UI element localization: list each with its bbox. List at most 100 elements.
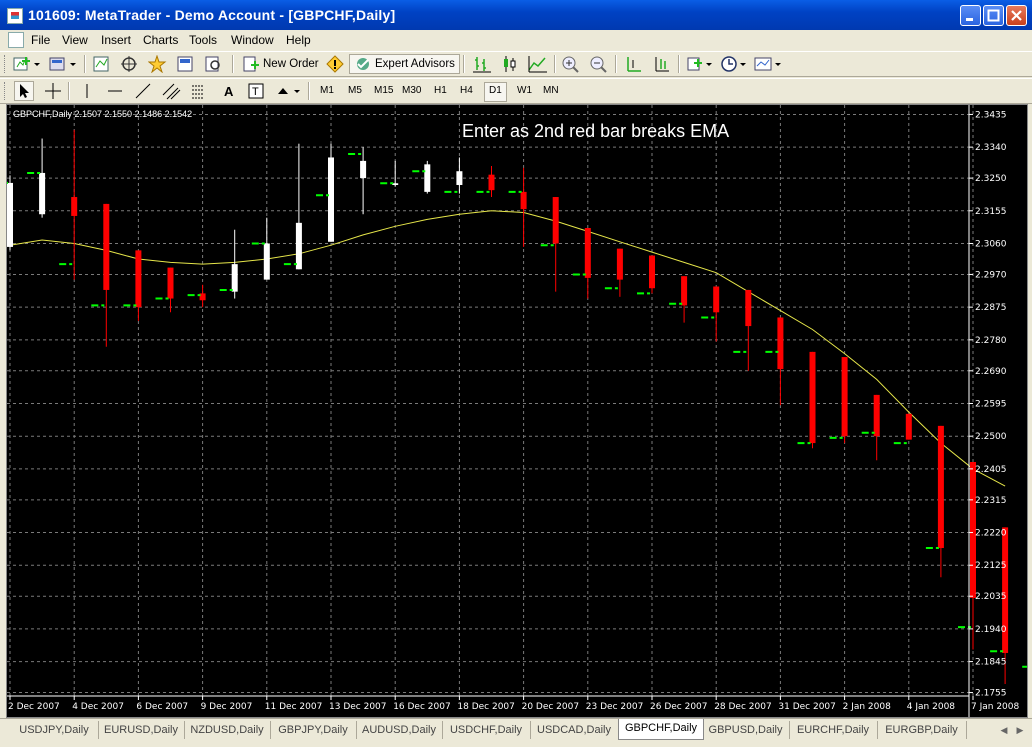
menu-help[interactable]: Help [286,33,311,47]
terminal-icon[interactable] [176,54,196,74]
horizontal-line-icon[interactable] [106,81,124,101]
candle-body [424,164,431,192]
timeframe-m5[interactable]: M5 [344,82,366,100]
price-chart[interactable]: 2.3435 2.3340 2.3250 2.3155 2.3060 2.2970 2.28… [7,105,1027,717]
timeframe-m1[interactable]: M1 [316,82,338,100]
menu-window[interactable]: Window [231,33,274,47]
arrows-icon[interactable] [274,81,302,101]
candlestick-icon[interactable] [500,54,520,74]
menu-insert[interactable]: Insert [101,33,131,47]
price-tick-label: 2.3155 [975,207,1007,217]
timeframe-m15[interactable]: M15 [370,82,397,100]
ema-line [9,210,1006,487]
expert-advisors-button[interactable]: Expert Advisors [349,54,460,74]
menu-tools[interactable]: Tools [189,33,217,47]
vertical-line-icon[interactable] [78,81,96,101]
text-label-icon[interactable]: T [247,81,265,101]
line-chart-icon[interactable] [528,54,548,74]
timeframe-d1[interactable]: D1 [484,82,507,102]
candle-body [937,425,944,549]
toolbar-grip[interactable] [4,55,8,73]
tab-scroll-left-icon[interactable]: ◀ [996,721,1012,739]
candle-body [167,267,174,299]
tab-scroll-right-icon[interactable]: ▶ [1012,721,1028,739]
date-tick-label: 2 Jan 2008 [843,702,891,712]
zoom-out-icon[interactable] [589,54,609,74]
menu-charts[interactable]: Charts [143,33,178,47]
tab-usdjpy[interactable]: USDJPY,Daily [10,721,99,739]
date-tick-label: 23 Dec 2007 [586,702,644,712]
maximize-button[interactable] [983,5,1004,26]
timeframe-h4[interactable]: H4 [456,82,477,100]
bar-chart-icon[interactable] [472,54,492,74]
candle-body [873,394,880,437]
price-tick-label: 2.1845 [975,658,1007,668]
new-order-button[interactable]: New Order [242,54,319,74]
candle-body [360,160,367,179]
new-chart-icon[interactable] [12,54,42,74]
crosshair-icon[interactable] [44,81,62,101]
candle-body [520,191,527,210]
new-order-label: New Order [263,58,319,70]
periods-icon[interactable] [720,54,750,74]
market-watch-icon[interactable] [92,54,112,74]
tab-eurchf[interactable]: EURCHF,Daily [789,721,878,739]
tester-icon[interactable] [204,54,224,74]
minimize-button[interactable] [960,5,981,26]
profiles-icon[interactable] [48,54,78,74]
date-tick-label: 28 Dec 2007 [714,702,772,712]
timeframe-m30[interactable]: M30 [398,82,425,100]
tab-eurusd[interactable]: EURUSD,Daily [98,721,185,739]
date-tick-label: 4 Dec 2007 [72,702,124,712]
indicators-icon[interactable] [686,54,716,74]
tab-eurgbp[interactable]: EURGBP,Daily [877,721,967,739]
price-tick-label: 2.2595 [975,400,1007,410]
date-tick-label: 6 Dec 2007 [136,702,188,712]
equidistant-channel-icon[interactable] [162,81,182,101]
tab-nzdusd[interactable]: NZDUSD,Daily [184,721,271,739]
tab-audusd[interactable]: AUDUSD,Daily [356,721,443,739]
tab-gbpchf[interactable]: GBPCHF,Daily [618,719,704,740]
date-tick-label: 18 Dec 2007 [457,702,515,712]
tab-usdchf[interactable]: USDCHF,Daily [442,721,531,739]
date-tick-label: 4 Jan 2008 [907,702,955,712]
candle-body [488,174,495,191]
alert-icon[interactable] [326,54,344,74]
autoscroll-icon[interactable] [652,54,672,74]
chart-annotation: Enter as 2nd red bar breaks EMA [462,121,730,141]
menu-file[interactable]: File [31,33,50,47]
cursor-icon[interactable] [14,81,34,101]
templates-icon[interactable] [754,54,784,74]
chart-tabs: USDJPY,Daily EURUSD,Daily NZDUSD,Daily GBPJ… [0,718,1032,747]
candle-body [841,357,848,437]
price-tick-label: 2.1755 [975,689,1007,699]
chart-window[interactable]: 2.3435 2.3340 2.3250 2.3155 2.3060 2.2970 2.28… [6,104,1028,718]
close-button[interactable] [1006,5,1027,26]
expert-advisors-label: Expert Advisors [375,58,455,70]
price-tick-label: 2.3250 [975,174,1007,184]
line-studies-toolbar: A T M1 M5 M15 M30 H1 H4 D1 W1 MN [0,78,1032,104]
timeframe-h1[interactable]: H1 [430,82,451,100]
candle-body [135,250,142,308]
chart-shift-icon[interactable] [624,54,644,74]
zoom-in-icon[interactable] [561,54,581,74]
date-tick-label: 7 Jan 2008 [971,702,1019,712]
tab-gbpusd[interactable]: GBPUSD,Daily [702,721,790,739]
candle-body [552,197,559,244]
fibonacci-icon[interactable] [190,81,210,101]
candle-body [745,289,752,327]
candle-body [7,182,13,247]
trendline-icon[interactable] [134,81,152,101]
candle-body [905,413,912,440]
candle-body [328,157,334,242]
candle-body [681,276,688,306]
navigator-icon[interactable] [120,54,140,74]
tab-usdcad[interactable]: USDCAD,Daily [530,721,619,739]
favorites-icon[interactable] [148,54,168,74]
text-icon[interactable]: A [220,81,238,101]
timeframe-w1[interactable]: W1 [513,82,536,100]
timeframe-mn[interactable]: MN [539,82,563,100]
menu-view[interactable]: View [62,33,88,47]
tab-gbpjpy[interactable]: GBPJPY,Daily [270,721,357,739]
toolbar-grip[interactable] [4,82,8,100]
